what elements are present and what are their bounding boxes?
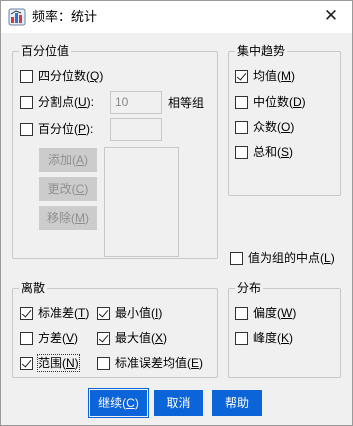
central-tendency-group: 集中趋势 均值(M) 中位数(D) 众数(O) 总和(S): [228, 43, 341, 196]
percentile-list[interactable]: [104, 147, 179, 257]
cutpoints-label: 分割点(U):: [38, 95, 95, 109]
percentiles-box[interactable]: [20, 122, 33, 136]
dispersion-group-title: 离散: [19, 280, 48, 296]
variance-box[interactable]: [20, 331, 33, 345]
se-mean-checkbox[interactable]: 标准误差均值(E): [97, 355, 203, 371]
sum-checkbox[interactable]: 总和(S): [235, 144, 293, 160]
cutpoints-input[interactable]: 10: [110, 91, 162, 114]
se-mean-label: 标准误差均值(E): [115, 356, 204, 370]
midpoints-label: 值为组的中点(L): [248, 251, 335, 265]
distribution-group: 分布 偏度(W) 峰度(K): [228, 280, 341, 378]
minimum-box[interactable]: [97, 306, 110, 320]
mode-label: 众数(O): [253, 120, 295, 134]
spss-app-icon: [8, 8, 26, 26]
kurtosis-checkbox[interactable]: 峰度(K): [235, 330, 293, 346]
percentiles-input[interactable]: [110, 118, 162, 141]
statistics-dialog: 频率：统计 ✕ 百分位值 四分位数(Q) 分割点(U): 10 相等组 百分位(…: [0, 0, 353, 426]
median-checkbox[interactable]: 中位数(D): [235, 94, 306, 110]
dialog-body: 百分位值 四分位数(Q) 分割点(U): 10 相等组 百分位(P): 添加(A…: [1, 33, 352, 425]
maximum-label: 最大值(X): [115, 331, 168, 345]
kurtosis-box[interactable]: [235, 331, 248, 345]
continue-button[interactable]: 继续(C): [88, 388, 149, 418]
stddev-box[interactable]: [20, 306, 33, 320]
kurtosis-label: 峰度(K): [253, 331, 294, 345]
skewness-label: 偏度(W): [253, 306, 297, 320]
dispersion-group: 离散 标准差(T) 最小值(I) 方差(V) 最大值(X) 范围(N) 标准误差…: [12, 280, 218, 378]
window-title: 频率：统计: [32, 9, 98, 24]
range-checkbox[interactable]: 范围(N): [20, 354, 80, 372]
cutpoints-box[interactable]: [20, 95, 33, 109]
median-label: 中位数(D): [253, 95, 306, 109]
minimum-label: 最小值(I): [115, 306, 163, 320]
stddev-label: 标准差(T): [38, 306, 90, 320]
change-button[interactable]: 更改(C): [39, 177, 97, 201]
mean-box[interactable]: [235, 69, 248, 83]
percentiles-checkbox[interactable]: 百分位(P):: [20, 121, 93, 137]
range-label: 范围(N): [37, 354, 80, 372]
mean-checkbox[interactable]: 均值(M): [235, 68, 295, 84]
distribution-group-title: 分布: [235, 280, 264, 296]
skewness-checkbox[interactable]: 偏度(W): [235, 305, 296, 321]
minimum-checkbox[interactable]: 最小值(I): [97, 305, 162, 321]
maximum-box[interactable]: [97, 331, 110, 345]
add-button[interactable]: 添加(A): [39, 148, 97, 172]
mean-label: 均值(M): [253, 69, 295, 83]
mode-checkbox[interactable]: 众数(O): [235, 119, 294, 135]
quartiles-label: 四分位数(Q): [38, 69, 104, 83]
percentile-values-group: 百分位值 四分位数(Q) 分割点(U): 10 相等组 百分位(P): 添加(A…: [12, 43, 218, 259]
sum-box[interactable]: [235, 145, 248, 159]
skewness-box[interactable]: [235, 306, 248, 320]
title-bar: 频率：统计 ✕: [1, 1, 352, 33]
median-box[interactable]: [235, 95, 248, 109]
cutpoints-checkbox[interactable]: 分割点(U):: [20, 94, 94, 110]
quartiles-checkbox[interactable]: 四分位数(Q): [20, 68, 103, 84]
close-icon[interactable]: ✕: [320, 5, 342, 27]
midpoints-box[interactable]: [230, 251, 243, 265]
percentile-group-title: 百分位值: [19, 43, 72, 59]
percentiles-label: 百分位(P):: [38, 122, 94, 136]
central-group-title: 集中趋势: [235, 43, 288, 59]
variance-checkbox[interactable]: 方差(V): [20, 330, 78, 346]
midpoints-checkbox[interactable]: 值为组的中点(L): [230, 250, 335, 266]
help-button[interactable]: 帮助: [212, 390, 262, 416]
equal-groups-label: 相等组: [168, 96, 205, 110]
maximum-checkbox[interactable]: 最大值(X): [97, 330, 167, 346]
range-box[interactable]: [20, 356, 33, 370]
quartiles-box[interactable]: [20, 69, 33, 83]
cancel-button[interactable]: 取消: [154, 390, 203, 416]
sum-label: 总和(S): [253, 145, 294, 159]
se-mean-box[interactable]: [97, 356, 110, 370]
remove-button[interactable]: 移除(M): [39, 206, 97, 230]
mode-box[interactable]: [235, 120, 248, 134]
variance-label: 方差(V): [38, 331, 79, 345]
stddev-checkbox[interactable]: 标准差(T): [20, 305, 89, 321]
